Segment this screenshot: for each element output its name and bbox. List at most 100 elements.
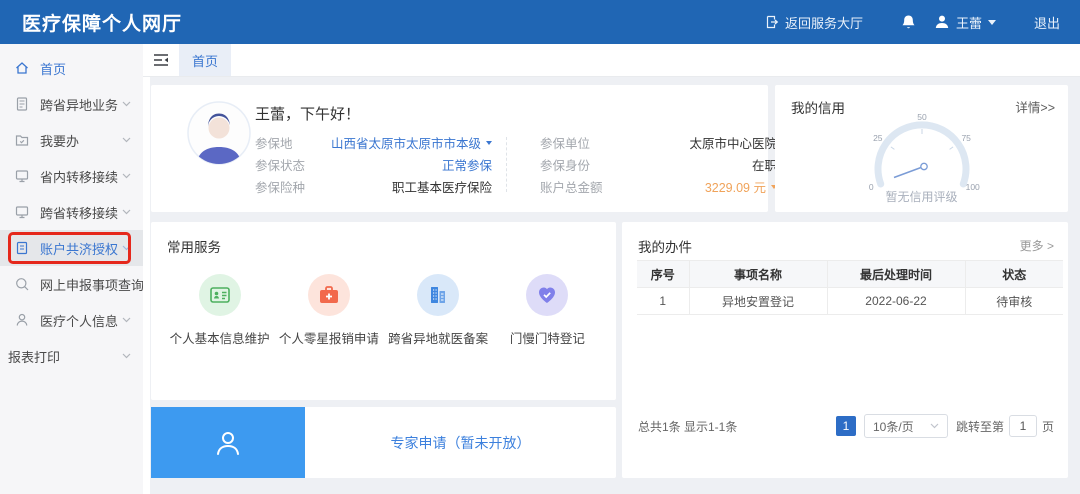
profile-fields-right: 参保单位 太原市中心医院 参保身份 在职 账户总金额 3229.09 元 (540, 135, 777, 194)
search-icon (14, 276, 30, 292)
chevron-down-icon (930, 423, 939, 429)
my-items-table: 序号 事项名称 最后处理时间 状态 1 异地安置登记 2022-06-22 待审… (637, 260, 1063, 315)
sidebar-item-cross-province-transfer[interactable]: 跨省转移接续 (0, 194, 143, 230)
pagination: 总共1条 显示1-1条 1 10条/页 跳转至第 页 (638, 414, 1054, 438)
credit-details-link[interactable]: 详情>> (1015, 97, 1055, 116)
field-insured-place: 参保地 山西省太原市太原市市本级 (255, 135, 492, 150)
my-items-card: 我的办件 更多 > 序号 事项名称 最后处理时间 状态 1 异地安置登记 (622, 222, 1068, 478)
page-number-button[interactable]: 1 (836, 416, 856, 436)
insured-unit-value: 太原市中心医院 (689, 133, 777, 152)
field-insured-identity: 参保身份 在职 (540, 157, 777, 172)
profile-fields: 参保地 山西省太原市太原市市本级 参保状态 正常参保 参保险种 职工基本医疗保险 (255, 135, 777, 194)
cell-last-time: 2022-06-22 (827, 288, 965, 315)
insurance-type-value: 职工基本医疗保险 (392, 177, 492, 196)
user-menu[interactable]: 王蕾 (934, 13, 996, 32)
sidebar-item-in-province-transfer[interactable]: 省内转移接续 (0, 158, 143, 194)
expert-application-label: 专家申请（暂未开放） (305, 407, 616, 478)
notification-bell-icon[interactable] (901, 14, 916, 30)
app-title: 医疗保障个人网厅 (22, 9, 182, 36)
page-size-select[interactable]: 10条/页 (864, 414, 948, 438)
chevron-down-icon (122, 245, 131, 251)
services-title: 常用服务 (167, 236, 221, 256)
credit-card: 我的信用 详情>> 0 25 50 75 100 暂无信用评级 (775, 85, 1068, 212)
service-sporadic-reimbursement[interactable]: 个人零星报销申请 (274, 274, 383, 347)
sidebar-item-home[interactable]: 首页 (0, 50, 143, 86)
medical-kit-icon (308, 274, 350, 316)
credit-status: 暂无信用评级 (775, 188, 1068, 205)
heart-check-icon (526, 274, 568, 316)
dashed-divider (506, 137, 540, 192)
person-icon (14, 312, 30, 328)
cell-item-name: 异地安置登记 (689, 288, 827, 315)
collapse-sidebar-icon[interactable] (143, 44, 179, 76)
content-left-strip (143, 77, 150, 494)
my-items-more-link[interactable]: 更多 > (1020, 237, 1054, 254)
monitor-icon (14, 168, 30, 184)
home-icon (14, 60, 30, 76)
cell-seq: 1 (637, 288, 689, 315)
return-service-hall-link[interactable]: 返回服务大厅 (765, 13, 863, 32)
service-cross-province-filing[interactable]: 跨省异地就医备案 (384, 274, 493, 347)
avatar (187, 101, 251, 170)
sidebar-item-report-print[interactable]: 报表打印 (0, 338, 143, 374)
insured-status-value: 正常参保 (442, 155, 492, 174)
col-seq: 序号 (637, 261, 689, 288)
header-actions: 返回服务大厅 王蕾 退出 (765, 13, 1060, 32)
medical-insurance-portal: 医疗保障个人网厅 返回服务大厅 王蕾 退出 (0, 0, 1080, 494)
svg-text:50: 50 (917, 112, 927, 122)
tab-bar: 首页 (143, 44, 1080, 77)
account-total-dropdown[interactable]: 3229.09 元 (705, 177, 777, 196)
my-items-title: 我的办件 (638, 236, 692, 256)
profile-card: 王蕾，下午好！ 参保地 山西省太原市太原市市本级 参保状态 正常参保 参保险种 (151, 85, 768, 212)
exit-doc-icon (765, 15, 779, 29)
folder-icon (14, 132, 30, 148)
sidebar: 首页 跨省异地业务 我要办 省内转移接续 跨省 (0, 44, 143, 494)
chevron-down-icon (122, 101, 131, 107)
greeting: 王蕾，下午好！ (255, 103, 360, 124)
username: 王蕾 (956, 13, 982, 32)
field-insured-unit: 参保单位 太原市中心医院 (540, 135, 777, 150)
logout-button[interactable]: 退出 (1034, 13, 1060, 32)
sidebar-item-i-want-to-do[interactable]: 我要办 (0, 122, 143, 158)
chevron-down-icon (486, 141, 492, 145)
insured-place-dropdown[interactable]: 山西省太原市太原市市本级 (331, 133, 492, 152)
chevron-down-icon (122, 173, 131, 179)
expert-application-card[interactable]: 专家申请（暂未开放） (151, 407, 616, 478)
sidebar-item-account-mutual-aid[interactable]: 账户共济授权 (0, 230, 143, 266)
building-icon (417, 274, 459, 316)
col-status: 状态 (965, 261, 1063, 288)
card-icon (14, 240, 30, 256)
insured-identity-value: 在职 (752, 155, 777, 174)
top-header: 医疗保障个人网厅 返回服务大厅 王蕾 退出 (0, 0, 1080, 44)
svg-text:25: 25 (873, 133, 883, 143)
pagination-controls: 1 10条/页 跳转至第 页 (836, 414, 1054, 438)
tab-home[interactable]: 首页 (179, 44, 231, 76)
pagination-summary: 总共1条 显示1-1条 (638, 418, 737, 435)
id-card-icon (199, 274, 241, 316)
sidebar-item-medical-personal-info[interactable]: 医疗个人信息 (0, 302, 143, 338)
main-content: 王蕾，下午好！ 参保地 山西省太原市太原市市本级 参保状态 正常参保 参保险种 (143, 77, 1080, 494)
profile-fields-left: 参保地 山西省太原市太原市市本级 参保状态 正常参保 参保险种 职工基本医疗保险 (255, 135, 492, 194)
credit-gauge: 0 25 50 75 100 (837, 105, 1007, 196)
chevron-down-icon (988, 20, 996, 25)
common-services-card: 常用服务 个人基本信息维护 个人零星报销申请 (151, 222, 616, 400)
service-personal-info-maintenance[interactable]: 个人基本信息维护 (165, 274, 274, 347)
svg-text:75: 75 (961, 133, 971, 143)
chevron-down-icon (122, 317, 131, 323)
sidebar-item-online-declaration-query[interactable]: 网上申报事项查询 (0, 266, 143, 302)
cell-status: 待审核 (965, 288, 1063, 315)
sidebar-item-cross-province-business[interactable]: 跨省异地业务 (0, 86, 143, 122)
jump-page-input[interactable] (1009, 415, 1037, 437)
field-account-total: 账户总金额 3229.09 元 (540, 179, 777, 194)
table-header-row: 序号 事项名称 最后处理时间 状态 (637, 261, 1063, 288)
chevron-down-icon (122, 137, 131, 143)
table-row: 1 异地安置登记 2022-06-22 待审核 (637, 288, 1063, 315)
field-insurance-type: 参保险种 职工基本医疗保险 (255, 179, 492, 194)
service-outpatient-special-registration[interactable]: 门慢门特登记 (493, 274, 602, 347)
chevron-down-icon (122, 353, 131, 359)
services-row: 个人基本信息维护 个人零星报销申请 跨省异地就医备案 (165, 274, 602, 347)
return-service-hall-label: 返回服务大厅 (785, 13, 863, 32)
field-insured-status: 参保状态 正常参保 (255, 157, 492, 172)
jump-to-page: 跳转至第 页 (956, 415, 1054, 437)
monitor-icon (14, 204, 30, 220)
